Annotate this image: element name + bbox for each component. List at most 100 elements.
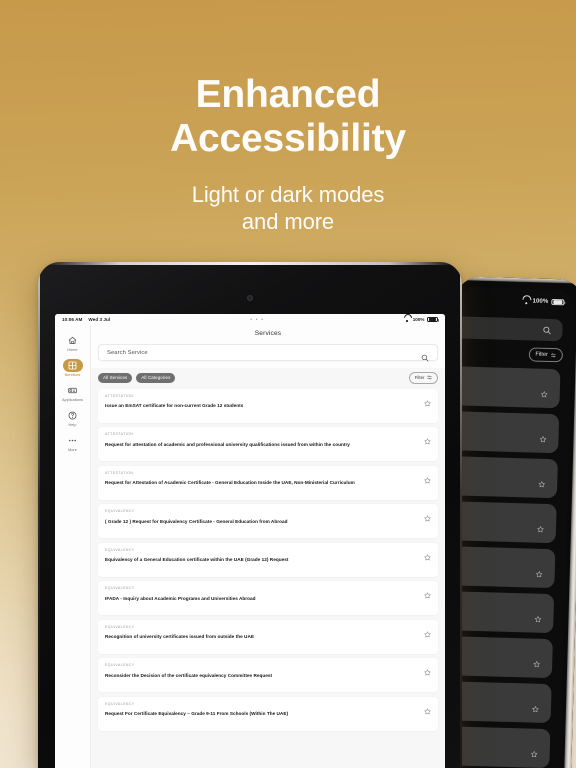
sidebar-item-applications[interactable]: Applications (56, 380, 90, 404)
service-list-item[interactable]: EQUIVALENCY ( Grade 12 ) Request for Equi… (98, 504, 438, 539)
filter-chips-row: All Services All Categories Filter (91, 368, 445, 389)
star-outline-icon[interactable] (537, 520, 544, 533)
service-title: Issue an EmSAT certificate for non-curre… (105, 403, 244, 409)
star-outline-icon[interactable] (533, 655, 540, 668)
star-outline-icon[interactable] (424, 471, 431, 484)
status-time: 10:06 AM (62, 317, 83, 322)
sidebar-item-services[interactable]: Services (56, 355, 90, 379)
service-category: EQUIVALENCY (105, 547, 135, 552)
search-icon[interactable] (421, 349, 429, 361)
service-title: ( Grade 12 ) Request for Equivalency Cer… (105, 518, 288, 524)
sidebar-nav: Home Services Applications Help More (55, 314, 91, 768)
filter-chip[interactable]: All Categories (136, 372, 176, 383)
phone-service-list-item[interactable] (446, 545, 556, 589)
star-outline-icon[interactable] (424, 432, 431, 445)
service-title: IFADA - Inquiry about Academic Programs … (105, 595, 256, 601)
status-date: Wed 3 Jul (88, 317, 111, 322)
star-outline-icon[interactable] (424, 509, 431, 522)
phone-service-list-item[interactable] (446, 410, 560, 454)
page-title: Services (254, 329, 282, 337)
hero-title: Enhanced Accessibility (0, 73, 576, 161)
phone-search-input[interactable] (446, 315, 563, 342)
sidebar-item-label: Services (64, 373, 81, 377)
star-outline-icon[interactable] (541, 385, 548, 398)
filter-button[interactable]: Filter (408, 372, 438, 384)
service-list-item[interactable]: ATTESTATION Request for Attestation of Ac… (98, 465, 438, 500)
tablet-bezel-top-highlight (46, 262, 454, 265)
sidebar-item-label: Help (68, 423, 77, 427)
phone-service-list-item[interactable] (446, 590, 555, 634)
search-placeholder: Search Service (107, 349, 148, 356)
phone-battery-label: 100% (532, 298, 549, 305)
service-list-item[interactable]: EQUIVALENCY IFADA - Inquiry about Academi… (98, 581, 438, 616)
phone-service-list-item[interactable] (446, 365, 561, 409)
service-category: EQUIVALENCY (105, 624, 135, 629)
sidebar-item-more[interactable]: More (56, 430, 90, 454)
star-outline-icon[interactable] (539, 430, 547, 443)
hero-subtitle-line2: and more (241, 209, 335, 234)
phone-service-list-item[interactable] (446, 500, 557, 544)
main-content: Services Search Service All Services All… (91, 314, 445, 768)
phone-filter-row: Filter (458, 338, 573, 363)
phone-service-list-item[interactable] (446, 455, 558, 499)
star-outline-icon[interactable] (531, 745, 538, 758)
service-category: ATTESTATION (105, 470, 134, 475)
home-icon (63, 334, 83, 347)
star-outline-icon[interactable] (424, 394, 431, 407)
phone-filter-button[interactable]: Filter (528, 347, 564, 363)
service-list-item[interactable]: EQUIVALENCY Equivalency of a General Educ… (98, 542, 438, 577)
service-title: Request for attestation of academic and … (105, 441, 350, 447)
service-list[interactable]: ATTESTATION Issue an EmSAT certificate fo… (91, 388, 445, 768)
star-outline-icon[interactable] (424, 548, 431, 561)
hero-title-line2: Accessibility (170, 117, 406, 160)
service-title: Recognition of university certificates i… (105, 634, 255, 640)
grid-icon (62, 358, 83, 372)
battery-full-icon (427, 316, 439, 323)
tablet-bezel-left-highlight (38, 272, 40, 768)
service-category: EQUIVALENCY (105, 509, 135, 514)
star-outline-icon[interactable] (424, 625, 431, 638)
star-outline-icon[interactable] (534, 610, 542, 623)
phone-filter-label: Filter (535, 351, 548, 358)
phone-service-list (446, 365, 571, 768)
service-list-item[interactable]: ATTESTATION Request for attestation of ac… (98, 427, 438, 462)
filter-label: Filter (414, 375, 425, 381)
filter-chip[interactable]: All Services (98, 372, 133, 383)
service-list-item[interactable]: EQUIVALENCY Request For Certificate Equiv… (98, 696, 438, 731)
card-icon (63, 384, 83, 397)
service-list-item[interactable]: ATTESTATION Issue an EmSAT certificate fo… (98, 388, 438, 423)
search-zone: Search Service (91, 341, 445, 368)
phone-status-bar: 100% (459, 290, 573, 311)
tablet-screen: 10:06 AM Wed 3 Jul • • • 100% Home Servic… (55, 314, 445, 768)
star-outline-icon[interactable] (424, 702, 431, 715)
ellipsis-icon (63, 434, 83, 447)
sidebar-item-label: Home (67, 348, 78, 352)
sidebar-item-home[interactable]: Home (56, 330, 90, 354)
battery-full-icon (551, 298, 565, 306)
sidebar-item-label: More (68, 448, 77, 452)
service-list-item[interactable]: EQUIVALENCY Recognition of university cer… (98, 619, 438, 654)
tablet-bezel-right-highlight (460, 272, 462, 768)
star-outline-icon[interactable] (536, 565, 543, 578)
wifi-icon (404, 317, 410, 322)
app-header: Services (91, 325, 445, 341)
service-title: Request For Certificate Equivalency – Gr… (105, 711, 289, 717)
hero-section: Enhanced Accessibility Light or dark mod… (0, 0, 576, 235)
star-outline-icon[interactable] (424, 586, 431, 599)
service-list-item[interactable]: EQUIVALENCY Reconsider the Decision of th… (98, 658, 438, 693)
service-category: EQUIVALENCY (105, 663, 135, 668)
phone-service-list-item[interactable] (446, 635, 553, 679)
service-category: EQUIVALENCY (105, 701, 135, 706)
phone-screen: 100% Filter (446, 286, 574, 768)
tablet-body: 10:06 AM Wed 3 Jul • • • 100% Home Servic… (38, 262, 462, 768)
star-outline-icon[interactable] (424, 663, 431, 676)
hero-subtitle-line1: Light or dark modes (191, 182, 385, 207)
question-circle-icon (63, 409, 83, 422)
star-outline-icon[interactable] (538, 475, 545, 488)
sidebar-item-help[interactable]: Help (56, 405, 90, 429)
phone-edge-top-highlight (458, 276, 576, 284)
star-outline-icon[interactable] (532, 700, 539, 713)
search-input[interactable]: Search Service (98, 344, 438, 361)
status-battery-label: 100% (412, 317, 425, 322)
service-category: ATTESTATION (105, 393, 134, 398)
